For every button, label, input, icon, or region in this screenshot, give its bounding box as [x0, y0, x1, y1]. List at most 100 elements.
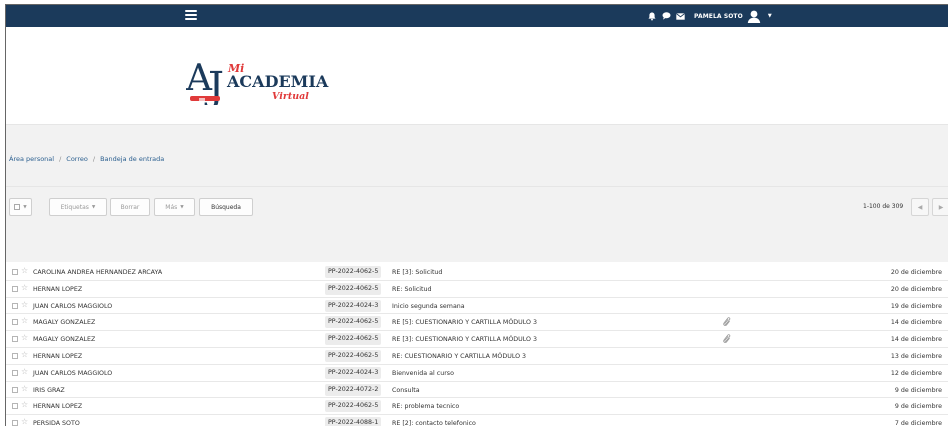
chat-icon[interactable] — [660, 10, 672, 22]
message-row[interactable]: ☆ JUAN CARLOS MAGGIOLO PP-2022-4024-3 Bienv… — [6, 365, 948, 382]
message-date: 20 de diciembre — [890, 269, 942, 276]
bell-icon[interactable] — [646, 10, 658, 22]
breadcrumb-separator: / — [59, 155, 62, 163]
attachment-icon — [722, 316, 731, 327]
labels-button[interactable]: Etiquetas ▼ — [49, 198, 107, 216]
message-row[interactable]: ☆ HERNAN LOPEZ PP-2022-4062-5 RE: problema … — [6, 398, 948, 416]
message-sender[interactable]: MAGALY GONZALEZ — [33, 336, 95, 343]
message-date: 14 de diciembre — [890, 336, 942, 344]
delete-button[interactable]: Borrar — [110, 198, 150, 216]
message-subject[interactable]: RE: CUESTIONARIO Y CARTILLA MÓDULO 3 — [392, 353, 526, 360]
search-button[interactable]: Búsqueda — [199, 198, 253, 216]
message-checkbox[interactable] — [12, 420, 18, 426]
course-badge: PP-2022-4072-2 — [325, 383, 382, 396]
app-frame: PAMELA SOTO ▼ A J Mi ACADEMIA Virtual Ár… — [5, 4, 948, 426]
message-sender[interactable]: PERSIDA SOTO — [33, 420, 80, 426]
top-navbar: PAMELA SOTO ▼ — [6, 5, 948, 27]
message-date: 19 de diciembre — [890, 302, 942, 310]
menu-toggle-icon[interactable] — [185, 10, 197, 20]
message-checkbox[interactable] — [12, 403, 18, 410]
svg-text:ACADEMIA: ACADEMIA — [226, 72, 329, 91]
message-row[interactable]: ☆ IRIS GRAZ PP-2022-4072-2 Consulta 9 de dic… — [6, 382, 948, 399]
message-sender[interactable]: HERNAN LOPEZ — [33, 353, 82, 360]
course-badge: PP-2022-4088-1 — [325, 417, 382, 426]
message-checkbox[interactable] — [12, 386, 18, 393]
message-subject[interactable]: RE: Solicitud — [392, 286, 432, 293]
star-icon[interactable]: ☆ — [21, 333, 28, 343]
star-icon[interactable]: ☆ — [21, 367, 28, 377]
envelope-icon[interactable] — [674, 10, 686, 22]
avatar-icon[interactable] — [747, 9, 761, 23]
breadcrumb: Área personal / Correo / Bandeja de entr… — [9, 155, 164, 163]
prev-page-button[interactable]: ◀ — [911, 198, 929, 216]
select-all-dropdown[interactable]: ▼ — [9, 198, 32, 216]
search-button-label: Búsqueda — [211, 203, 241, 211]
message-subject[interactable]: RE [5]: CUESTIONARIO Y CARTILLA MÓDULO 3 — [392, 319, 537, 326]
message-sender[interactable]: JUAN CARLOS MAGGIOLO — [33, 303, 112, 310]
message-date: 13 de diciembre — [890, 352, 942, 360]
message-subject[interactable]: RE [3]: Solicitud — [392, 269, 442, 276]
message-checkbox[interactable] — [12, 352, 18, 359]
star-icon[interactable]: ☆ — [21, 266, 28, 276]
course-badge: PP-2022-4062-5 — [325, 266, 382, 278]
message-row[interactable]: ☆ HERNAN LOPEZ PP-2022-4062-5 RE: Solicitud… — [6, 281, 948, 298]
message-checkbox[interactable] — [12, 369, 18, 376]
message-row[interactable]: ☆ CAROLINA ANDREA HERNANDEZ ARCAYA PP-2022… — [6, 264, 948, 281]
star-icon[interactable]: ☆ — [21, 417, 28, 426]
site-logo[interactable]: A J Mi ACADEMIA Virtual — [185, 47, 346, 110]
breadcrumb-bar: Área personal / Correo / Bandeja de entr… — [6, 125, 948, 187]
message-sender[interactable]: MAGALY GONZALEZ — [33, 319, 95, 326]
message-checkbox[interactable] — [12, 336, 18, 343]
star-icon[interactable]: ☆ — [21, 384, 28, 394]
message-sender[interactable]: JUAN CARLOS MAGGIOLO — [33, 370, 112, 377]
labels-button-label: Etiquetas — [60, 203, 89, 211]
course-badge: PP-2022-4062-5 — [325, 282, 382, 295]
caret-down-icon[interactable]: ▼ — [768, 13, 772, 19]
more-button[interactable]: Más ▼ — [154, 198, 195, 216]
message-date: 7 de diciembre — [894, 420, 942, 426]
chevron-down-icon: ▼ — [23, 204, 27, 210]
message-date: 12 de diciembre — [890, 369, 942, 377]
star-icon[interactable]: ☆ — [21, 350, 28, 360]
star-icon[interactable]: ☆ — [21, 300, 28, 310]
select-all-checkbox[interactable] — [14, 204, 21, 210]
message-subject[interactable]: RE [3]: CUESTIONARIO Y CARTILLA MÓDULO 3 — [392, 336, 537, 343]
message-row[interactable]: ☆ HERNAN LOPEZ PP-2022-4062-5 RE: CUESTIONA… — [6, 348, 948, 365]
star-icon[interactable]: ☆ — [21, 283, 28, 293]
breadcrumb-mail-link[interactable]: Correo — [66, 155, 88, 163]
message-subject[interactable]: RE: problema tecnico — [392, 403, 459, 410]
star-icon[interactable]: ☆ — [21, 316, 28, 326]
message-row[interactable]: ☆ PERSIDA SOTO PP-2022-4088-1 RE [2]: conta… — [6, 415, 948, 426]
message-subject[interactable]: Inicio segunda semana — [392, 303, 465, 310]
breadcrumb-separator: / — [92, 155, 96, 163]
message-sender[interactable]: HERNAN LOPEZ — [33, 286, 82, 293]
message-date: 9 de diciembre — [894, 386, 942, 394]
message-sender[interactable]: IRIS GRAZ — [33, 387, 65, 394]
message-date: 14 de diciembre — [890, 319, 942, 327]
message-subject[interactable]: RE [2]: contacto telefonico — [392, 420, 476, 426]
message-checkbox[interactable] — [12, 285, 18, 292]
course-badge: PP-2022-4062-5 — [325, 333, 382, 346]
message-subject[interactable]: Consulta — [392, 387, 420, 394]
message-checkbox[interactable] — [12, 319, 18, 326]
svg-text:Virtual: Virtual — [272, 91, 309, 102]
message-list: ☆ CAROLINA ANDREA HERNANDEZ ARCAYA PP-2022… — [6, 264, 948, 426]
course-badge: PP-2022-4024-3 — [325, 299, 382, 312]
star-icon[interactable]: ☆ — [21, 400, 28, 410]
message-sender[interactable]: CAROLINA ANDREA HERNANDEZ ARCAYA — [33, 269, 162, 276]
message-row[interactable]: ☆ JUAN CARLOS MAGGIOLO PP-2022-4024-3 Inici… — [6, 298, 948, 315]
user-menu-area: PAMELA SOTO ▼ — [646, 5, 772, 27]
message-row[interactable]: ☆ MAGALY GONZALEZ PP-2022-4062-5 RE [3]: CU… — [6, 331, 948, 348]
message-checkbox[interactable] — [12, 302, 18, 309]
message-subject[interactable]: Bienvenida al curso — [392, 370, 454, 377]
next-page-button[interactable]: ▶ — [932, 198, 948, 216]
mail-toolbar: ▼ Etiquetas ▼ Borrar Más ▼ Búsqueda 1-10… — [6, 187, 948, 262]
more-button-label: Más — [165, 203, 178, 211]
user-name[interactable]: PAMELA SOTO — [694, 13, 743, 20]
breadcrumb-inbox-link[interactable]: Bandeja de entrada — [100, 155, 164, 163]
message-sender[interactable]: HERNAN LOPEZ — [33, 403, 82, 410]
breadcrumb-home-link[interactable]: Área personal — [9, 155, 54, 163]
message-row[interactable]: ☆ MAGALY GONZALEZ PP-2022-4062-5 RE [5]: CU… — [6, 314, 948, 332]
message-checkbox[interactable] — [12, 269, 18, 275]
attachment-icon — [722, 333, 731, 344]
